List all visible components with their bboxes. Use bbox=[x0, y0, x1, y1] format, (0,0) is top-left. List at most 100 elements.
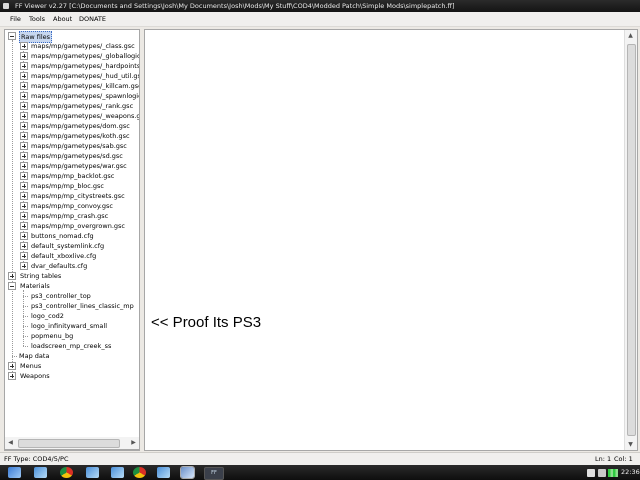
expand-icon[interactable] bbox=[8, 272, 16, 280]
expand-icon[interactable] bbox=[20, 122, 28, 130]
expand-icon[interactable] bbox=[20, 62, 28, 70]
expand-icon[interactable] bbox=[20, 182, 28, 190]
tree-node-label: ps3_controller_lines_classic_mp bbox=[31, 302, 134, 310]
tree-node-label: maps/mp/gametypes/_killcam.gsc bbox=[31, 82, 140, 90]
tree-node-label: maps/mp/gametypes/_hud_util.gsc bbox=[31, 72, 140, 80]
menu-donate[interactable]: DONATE bbox=[79, 14, 106, 24]
menu-about[interactable]: About bbox=[53, 14, 72, 24]
tree-node-material[interactable]: ps3_controller_lines_classic_mp bbox=[31, 301, 134, 311]
tree-node-label: maps/mp/mp_bloc.gsc bbox=[31, 182, 105, 190]
messenger-icon[interactable] bbox=[34, 467, 47, 478]
tree-node-label: maps/mp/gametypes/_rank.gsc bbox=[31, 102, 134, 110]
expand-icon[interactable] bbox=[20, 152, 28, 160]
tree-node-label: popmenu_bg bbox=[31, 332, 74, 340]
expand-icon[interactable] bbox=[20, 82, 28, 90]
expand-icon[interactable] bbox=[20, 202, 28, 210]
tree-node-label: maps/mp/gametypes/war.gsc bbox=[31, 162, 127, 170]
expand-icon[interactable] bbox=[20, 262, 28, 270]
tree-node-label: Materials bbox=[20, 282, 50, 290]
tree-node-label: maps/mp/mp_crash.gsc bbox=[31, 212, 109, 220]
menu-tools[interactable]: Tools bbox=[29, 14, 45, 24]
tree-connector bbox=[23, 336, 28, 337]
tray-icon[interactable] bbox=[587, 469, 595, 477]
collapse-icon[interactable] bbox=[8, 32, 16, 40]
chrome-icon[interactable] bbox=[60, 467, 73, 478]
expand-icon[interactable] bbox=[8, 362, 16, 370]
ff-viewer-taskbar-button[interactable]: FF bbox=[204, 467, 224, 480]
tree-node-label: maps/mp/gametypes/koth.gsc bbox=[31, 132, 130, 140]
tree-node-label: maps/mp/gametypes/_globallogic.gs bbox=[31, 52, 140, 60]
tree-node-material[interactable]: logo_infinityward_small bbox=[31, 321, 107, 331]
expand-icon[interactable] bbox=[20, 212, 28, 220]
tree-horizontal-scrollbar[interactable]: ◀ ▶ bbox=[4, 437, 140, 450]
menu-bar: File Tools About DONATE bbox=[0, 12, 640, 27]
tree-node-label: maps/mp/mp_overgrown.gsc bbox=[31, 222, 125, 230]
tree-node-label: logo_infinityward_small bbox=[31, 322, 108, 330]
signal-icon[interactable] bbox=[608, 469, 618, 477]
tree-guide-materials bbox=[23, 290, 24, 346]
tree-node-label: maps/mp/gametypes/_spawnlogic.g bbox=[31, 92, 140, 100]
scroll-down-icon[interactable]: ▼ bbox=[625, 439, 636, 450]
expand-icon[interactable] bbox=[20, 92, 28, 100]
collapse-icon[interactable] bbox=[8, 282, 16, 290]
scrollbar-thumb[interactable] bbox=[18, 439, 120, 448]
taskbar: FF 22:36 bbox=[0, 465, 640, 480]
content-vertical-scrollbar[interactable]: ▲ ▼ bbox=[624, 30, 637, 450]
status-col: Col: 1 bbox=[614, 455, 633, 463]
expand-icon[interactable] bbox=[20, 72, 28, 80]
scroll-right-icon[interactable]: ▶ bbox=[128, 437, 139, 448]
expand-icon[interactable] bbox=[20, 232, 28, 240]
proof-text: << Proof Its PS3 bbox=[151, 314, 262, 331]
messenger-icon[interactable] bbox=[180, 466, 195, 479]
expand-icon[interactable] bbox=[20, 222, 28, 230]
tree-connector bbox=[23, 306, 28, 307]
tree-node-label: maps/mp/gametypes/sd.gsc bbox=[31, 152, 123, 160]
scrollbar-thumb[interactable] bbox=[627, 44, 636, 436]
expand-icon[interactable] bbox=[8, 372, 16, 380]
tree-node-label: maps/mp/mp_citystreets.gsc bbox=[31, 192, 125, 200]
window-title: FF Viewer v2.27 [C:\Documents and Settin… bbox=[15, 2, 455, 10]
expand-icon[interactable] bbox=[20, 132, 28, 140]
messenger-icon[interactable] bbox=[111, 467, 124, 478]
tree-node-material[interactable]: ps3_controller_top bbox=[31, 291, 91, 301]
start-icon[interactable] bbox=[8, 467, 21, 478]
messenger-icon[interactable] bbox=[86, 467, 99, 478]
tree-node-material[interactable]: loadscreen_mp_creek_ss bbox=[31, 341, 111, 351]
expand-icon[interactable] bbox=[20, 42, 28, 50]
content-pane[interactable]: << Proof Its PS3 ▲ ▼ bbox=[144, 29, 638, 451]
tree-node-label: maps/mp/gametypes/_class.gsc bbox=[31, 42, 135, 50]
scroll-left-icon[interactable]: ◀ bbox=[5, 437, 16, 448]
menu-file[interactable]: File bbox=[10, 14, 21, 24]
tree-node-material[interactable]: logo_cod2 bbox=[31, 311, 64, 321]
file-tree[interactable]: Raw files maps/mp/gametypes/_class.gsc ma… bbox=[4, 29, 140, 451]
expand-icon[interactable] bbox=[20, 52, 28, 60]
expand-icon[interactable] bbox=[20, 192, 28, 200]
tree-connector bbox=[23, 326, 28, 327]
expand-icon[interactable] bbox=[20, 102, 28, 110]
volume-icon[interactable] bbox=[598, 469, 606, 477]
expand-icon[interactable] bbox=[20, 242, 28, 250]
tree-node-label: Menus bbox=[20, 362, 42, 370]
messenger-icon[interactable] bbox=[157, 467, 170, 478]
tree-node-label: maps/mp/mp_convoy.gsc bbox=[31, 202, 113, 210]
expand-icon[interactable] bbox=[20, 252, 28, 260]
status-bar: FF Type: COD4/5/PC Ln: 1 Col: 1 bbox=[0, 452, 640, 465]
expand-icon[interactable] bbox=[20, 162, 28, 170]
scroll-up-icon[interactable]: ▲ bbox=[625, 30, 636, 41]
tree-node-label: logo_cod2 bbox=[31, 312, 64, 320]
app-icon bbox=[3, 3, 9, 9]
tree-node-label: ps3_controller_top bbox=[31, 292, 91, 300]
tree-connector bbox=[23, 316, 28, 317]
expand-icon[interactable] bbox=[20, 172, 28, 180]
status-ff-type: FF Type: COD4/5/PC bbox=[4, 455, 69, 463]
tree-guide-root bbox=[12, 40, 13, 376]
tree-node-label: buttons_nomad.cfg bbox=[31, 232, 94, 240]
tree-node-map-data[interactable]: Map data bbox=[19, 351, 49, 361]
expand-icon[interactable] bbox=[20, 112, 28, 120]
tree-node-material[interactable]: popmenu_bg bbox=[31, 331, 73, 341]
tree-node-label: default_xboxlive.cfg bbox=[31, 252, 97, 260]
expand-icon[interactable] bbox=[20, 142, 28, 150]
clock[interactable]: 22:36 bbox=[621, 465, 640, 480]
tree-node-label: Map data bbox=[19, 352, 50, 360]
chrome-icon[interactable] bbox=[133, 467, 146, 478]
